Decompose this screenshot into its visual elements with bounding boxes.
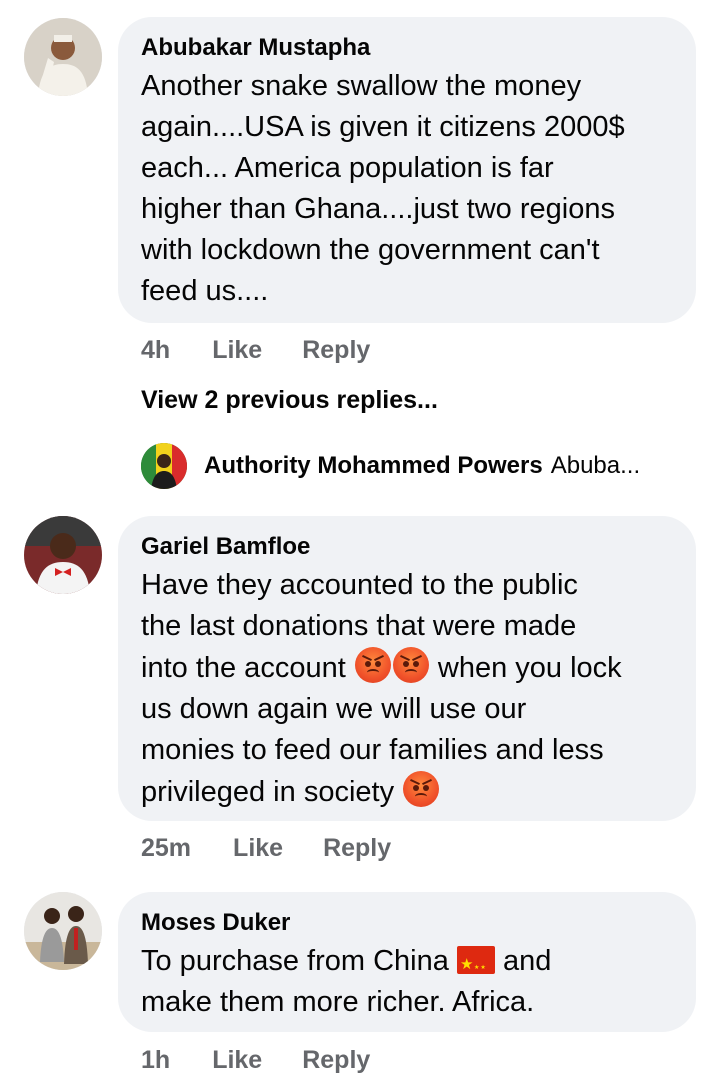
avatar[interactable] [24,892,102,970]
comment-text: Another snake swallow the money again...… [141,66,674,312]
comment-line: make them more richer. Africa. [141,986,535,1018]
reply-author[interactable]: Authority Mohammed Powers [204,452,543,480]
timestamp[interactable]: 4h [141,336,170,365]
like-button[interactable]: Like [212,1046,262,1075]
reply-button[interactable]: Reply [302,1046,370,1075]
china-flag-icon [456,944,495,989]
timestamp[interactable]: 25m [141,834,191,863]
comment-line: Another snake swallow the money [141,70,582,102]
avatar[interactable] [141,443,187,489]
comment-bubble: Gariel Bamfloe Have they accounted to th… [118,516,696,821]
comment-text: Have they accounted to the public the la… [141,565,674,813]
comment-author[interactable]: Moses Duker [141,908,674,938]
reply-button[interactable]: Reply [302,336,370,365]
avatar[interactable] [24,18,102,96]
comment-actions: 1h Like Reply [141,1046,370,1075]
timestamp[interactable]: 1h [141,1046,170,1075]
comment-line: monies to feed our families and less [141,734,604,766]
comment-line: with lockdown the government can't [141,234,600,266]
comment-line: each... America population is far [141,152,554,184]
comment-author[interactable]: Abubakar Mustapha [141,33,674,63]
angry-face-icon [392,647,429,683]
like-button[interactable]: Like [212,336,262,365]
view-previous-replies-link[interactable]: View 2 previous replies... [141,386,438,415]
comment-text-fragment: when you lock [437,652,622,684]
comment-line: into the account when you lock [141,647,674,689]
avatar[interactable] [24,516,102,594]
like-button[interactable]: Like [233,834,283,863]
comment-line: the last donations that were made [141,610,577,642]
comment-bubble: Moses Duker To purchase from China and m… [118,892,696,1032]
comment-text-fragment: To purchase from China [141,945,449,977]
comment-line: higher than Ghana....just two regions [141,193,615,225]
angry-face-icon [354,647,391,683]
comment-author[interactable]: Gariel Bamfloe [141,532,674,562]
comment-line: privileged in society [141,771,674,813]
comment-line: again....USA is given it citizens 2000$ [141,111,625,143]
angry-face-icon [403,771,440,807]
comment-text-fragment: into the account [141,652,346,684]
comment-actions: 25m Like Reply [141,834,391,863]
comment-line: Have they accounted to the public [141,569,578,601]
comment-line: To purchase from China and [141,941,674,989]
reply-button[interactable]: Reply [323,834,391,863]
comment-line: us down again we will use our [141,693,527,725]
comment-text-fragment: and [503,945,552,977]
comment-text: To purchase from China and make them mor… [141,941,674,1023]
reply-snippet: Abuba... [550,452,641,479]
comment-line: feed us.... [141,275,269,307]
reply-preview[interactable]: Authority Mohammed Powers Abuba... [141,442,701,490]
comment-actions: 4h Like Reply [141,336,370,365]
comment-text-fragment: privileged in society [141,776,395,808]
comment-bubble: Abubakar Mustapha Another snake swallow … [118,17,696,323]
